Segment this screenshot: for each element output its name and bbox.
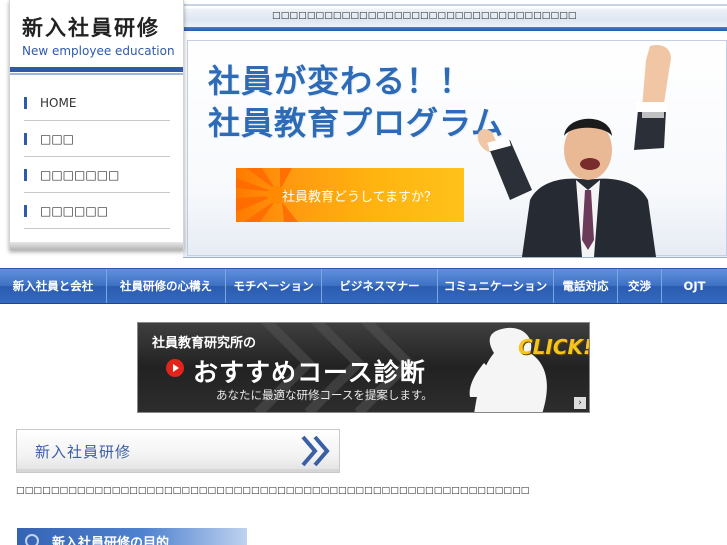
banner-main-text: おすすめコース診断 bbox=[193, 358, 426, 387]
site-logo-subtitle: New employee education bbox=[22, 44, 175, 58]
nav-item[interactable]: コミュニケーション bbox=[438, 269, 554, 303]
header-tagline: □□□□□□□□□□□□□□□□□□□□□□□□□□□□□□□□□□□ bbox=[272, 11, 577, 21]
chevron-right-icon: › bbox=[574, 397, 586, 409]
nav-item[interactable]: ビジネスマナー bbox=[322, 269, 438, 303]
logo-panel-footer bbox=[10, 242, 183, 250]
side-nav-item[interactable]: □□□□□□□ bbox=[24, 157, 170, 193]
side-nav-marker bbox=[24, 168, 27, 181]
side-nav: HOME □□□ □□□□□□□ □□□□□□ bbox=[24, 85, 170, 229]
hero-title-line1: 社員が変わる！！ bbox=[208, 62, 473, 100]
main-nav: 新入社員と会社 社員研修の心構え モチベーション ビジネスマナー コミュニケーシ… bbox=[0, 268, 727, 304]
banner-top-text: 社員教育研究所の bbox=[152, 336, 257, 351]
logo-underline bbox=[10, 67, 183, 72]
hero-title-line2: 社員教育プログラム bbox=[208, 104, 505, 142]
course-diagnosis-banner[interactable]: 社員教育研究所の おすすめコース診断 あなたに最適な研修コースを提案します。 C… bbox=[137, 322, 590, 413]
section-body-text: □□□□□□□□□□□□□□□□□□□□□□□□□□□□□□□□□□□□□□□□… bbox=[16, 486, 530, 496]
play-icon bbox=[166, 359, 184, 377]
sub-heading: 新入社員研修の目的 bbox=[17, 528, 247, 545]
top-divider bbox=[183, 4, 727, 6]
page: □□□□□□□□□□□□□□□□□□□□□□□□□□□□□□□□□□□ 社員が変… bbox=[0, 0, 727, 545]
nav-item[interactable]: 電話対応 bbox=[554, 269, 618, 303]
nav-item[interactable]: OJT bbox=[662, 269, 727, 303]
nav-item[interactable]: 新入社員と会社 bbox=[0, 269, 107, 303]
side-nav-item-home[interactable]: HOME bbox=[24, 85, 170, 121]
hero-cta-button[interactable]: 社員教育どうしてますか？ bbox=[236, 168, 464, 222]
top-accent-bar bbox=[183, 27, 727, 31]
side-nav-label: □□□□□□ bbox=[40, 203, 109, 218]
side-nav-label: □□□ bbox=[40, 131, 75, 146]
section-heading-label: 新入社員研修 bbox=[35, 443, 132, 461]
sub-heading-label: 新入社員研修の目的 bbox=[52, 536, 170, 545]
banner-description: あなたに最適な研修コースを提案します。 bbox=[216, 388, 433, 402]
nav-item[interactable]: 交渉 bbox=[618, 269, 662, 303]
nav-item[interactable]: 社員研修の心構え bbox=[107, 269, 226, 303]
side-nav-item[interactable]: □□□□□□ bbox=[24, 193, 170, 229]
logo-underline-light bbox=[10, 73, 183, 75]
hero-cta-label: 社員教育どうしてますか？ bbox=[282, 190, 437, 205]
site-logo-title[interactable]: 新入社員研修 bbox=[22, 12, 160, 42]
nav-item[interactable]: モチベーション bbox=[226, 269, 322, 303]
side-nav-item[interactable]: □□□ bbox=[24, 121, 170, 157]
side-nav-marker bbox=[24, 204, 27, 217]
section-heading-underline bbox=[17, 469, 339, 472]
logo-panel: 新入社員研修 New employee education HOME □□□ □… bbox=[9, 0, 184, 250]
section-heading: 新入社員研修 bbox=[16, 429, 340, 473]
hero-businessman-photo bbox=[477, 44, 671, 257]
side-nav-label: HOME bbox=[40, 95, 77, 110]
circle-decoration-icon bbox=[25, 534, 39, 545]
banner-click-label: CLICK! bbox=[518, 335, 590, 359]
side-nav-marker bbox=[24, 132, 27, 145]
side-nav-label: □□□□□□□ bbox=[40, 167, 120, 182]
double-chevron-icon bbox=[301, 435, 330, 467]
side-nav-marker bbox=[24, 96, 27, 109]
